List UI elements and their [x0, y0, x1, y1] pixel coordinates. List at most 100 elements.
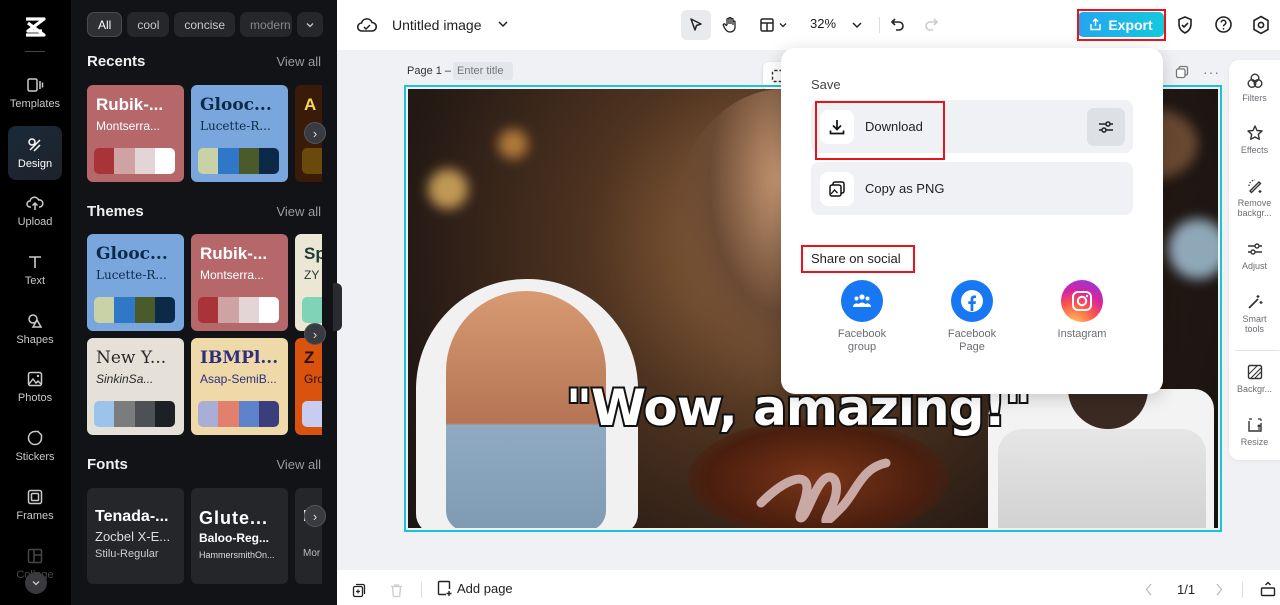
capcut-logo-icon[interactable]	[22, 14, 48, 40]
redo-icon[interactable]	[923, 16, 939, 32]
download-icon-tile	[820, 110, 854, 144]
add-page-button[interactable]: Add page	[437, 580, 513, 596]
copy-as-png-option[interactable]: Copy as PNG	[811, 162, 1133, 215]
color-palette	[94, 297, 175, 323]
more-options-icon[interactable]: ···	[1203, 64, 1220, 80]
theme-card[interactable]: Glooc... Lucette-R...	[191, 85, 288, 182]
next-page-icon[interactable]	[1215, 583, 1223, 596]
fonts-row: Tenada-... Zocbel X-E... Stilu-Regular G…	[87, 488, 322, 586]
layout-tool-button[interactable]	[751, 10, 795, 40]
fonts-view-all-link[interactable]: View all	[276, 457, 321, 472]
rail-item-frames[interactable]: Frames	[8, 478, 62, 532]
squiggle-decoration[interactable]	[756, 453, 906, 523]
chip-concise[interactable]: concise	[174, 12, 236, 37]
remove-background-tool[interactable]: Remove backgr...	[1229, 177, 1280, 218]
rail-item-upload[interactable]: Upload	[8, 184, 62, 238]
previous-page-icon[interactable]	[1145, 583, 1153, 596]
rail-expand-button[interactable]	[25, 572, 47, 594]
color-swatch	[134, 148, 155, 174]
photos-icon	[27, 371, 43, 387]
theme-card-subtitle: Asap-SemiB...	[200, 372, 277, 386]
rail-item-stickers[interactable]: Stickers	[8, 419, 62, 473]
rail-item-text[interactable]: Text	[8, 243, 62, 297]
adjust-tool[interactable]: Adjust	[1229, 240, 1280, 271]
themes-scroll-right-button[interactable]: ›	[304, 323, 326, 345]
resize-tool[interactable]: Resize	[1229, 416, 1280, 447]
color-swatch	[302, 297, 322, 323]
recents-row: Rubik-... Montserra... Glooc... Lucette-R..…	[87, 85, 322, 183]
add-page-label: Add page	[457, 580, 513, 596]
theme-card[interactable]: Rubik-... Montserra...	[87, 85, 184, 182]
sticker-shirt	[998, 429, 1206, 528]
trash-icon[interactable]	[390, 583, 403, 598]
share-facebook-group[interactable]: Facebook group	[817, 280, 907, 354]
tool-label: Effects	[1240, 145, 1269, 155]
theme-card[interactable]: IBMPl... Asap-SemiB...	[191, 338, 288, 435]
rail-item-shapes[interactable]: Shapes	[8, 302, 62, 356]
filters-tool[interactable]: Filters	[1229, 72, 1280, 103]
font-card[interactable]: Tenada-... Zocbel X-E... Stilu-Regular	[87, 488, 184, 584]
font-card[interactable]: Ru Mor	[295, 488, 322, 584]
rail-label: Frames	[16, 510, 54, 522]
font-card-title: Tenada-...	[95, 508, 169, 525]
effects-tool[interactable]: Effects	[1229, 124, 1280, 155]
settings-icon[interactable]	[1252, 15, 1270, 35]
templates-icon	[27, 78, 44, 92]
rail-item-design[interactable]: Design	[8, 126, 62, 180]
chevron-down-icon[interactable]	[497, 17, 509, 31]
rail-item-templates[interactable]: Templates	[8, 66, 62, 120]
background-tool[interactable]: Backgr...	[1229, 363, 1280, 394]
recents-scroll-right-button[interactable]: ›	[304, 122, 326, 144]
chevron-down-icon[interactable]	[851, 20, 863, 30]
document-title[interactable]: Untitled image	[392, 17, 482, 33]
theme-card[interactable]: Glooc... Lucette-R...	[87, 234, 184, 331]
theme-card[interactable]: New Y... SinkinSa...	[87, 338, 184, 435]
cloud-save-icon[interactable]	[357, 16, 377, 34]
themes-row-2: New Y... SinkinSa... IBMPl... Asap-SemiB...…	[87, 338, 322, 436]
help-icon[interactable]	[1214, 15, 1233, 34]
font-card[interactable]: Glute... Baloo-Reg... HammersmithOn...	[191, 488, 288, 584]
chip-cool[interactable]: cool	[127, 12, 170, 37]
duplicate-page-icon[interactable]	[1175, 65, 1189, 79]
chip-modern[interactable]: modern	[240, 12, 293, 37]
save-section-label: Save	[811, 77, 841, 92]
rail-label: Templates	[9, 98, 61, 110]
export-button[interactable]: Export	[1078, 12, 1164, 37]
color-swatch	[218, 148, 239, 174]
zoom-level-dropdown[interactable]: 32%	[810, 16, 836, 31]
duplicate-icon[interactable]	[352, 583, 366, 598]
share-section-label: Share on social	[811, 251, 901, 266]
smart-tools-tool[interactable]: Smart tools	[1229, 293, 1280, 334]
chevron-down-icon	[779, 23, 786, 28]
rail-item-photos[interactable]: Photos	[8, 360, 62, 414]
themes-view-all-link[interactable]: View all	[276, 204, 321, 219]
filter-chips: All cool concise modern	[87, 12, 324, 37]
theme-card[interactable]: Z Gro	[295, 338, 322, 435]
page-title-input[interactable]	[453, 62, 513, 80]
select-tool-button[interactable]	[681, 10, 711, 40]
theme-card-title: Sp	[304, 244, 322, 263]
chip-all[interactable]: All	[87, 12, 123, 37]
magic-wand-icon	[1247, 295, 1262, 309]
share-facebook-page[interactable]: Facebook Page	[927, 280, 1017, 354]
rail-label: Photos	[17, 392, 53, 404]
theme-card[interactable]: Rubik-... Montserra...	[191, 234, 288, 331]
download-option[interactable]: Download	[811, 100, 1133, 153]
download-settings-button[interactable]	[1087, 108, 1125, 146]
expand-pages-icon[interactable]	[1260, 581, 1276, 597]
toolbar-divider	[879, 17, 880, 33]
design-panel: All cool concise modern Recents View all…	[71, 0, 337, 605]
recents-view-all-link[interactable]: View all	[276, 54, 321, 69]
hand-tool-button[interactable]	[715, 10, 745, 40]
shield-check-icon[interactable]	[1176, 15, 1194, 35]
theme-card[interactable]: Sp ZY	[295, 234, 322, 331]
bottom-divider	[421, 582, 422, 598]
hand-icon	[722, 16, 736, 33]
fonts-scroll-right-button[interactable]: ›	[304, 505, 326, 527]
theme-card-title: Glooc...	[200, 95, 272, 115]
share-instagram[interactable]: Instagram	[1037, 280, 1127, 341]
undo-icon[interactable]	[890, 16, 906, 32]
panel-collapse-handle[interactable]	[333, 283, 342, 331]
chips-more-button[interactable]	[297, 12, 324, 37]
color-swatch	[114, 401, 135, 427]
